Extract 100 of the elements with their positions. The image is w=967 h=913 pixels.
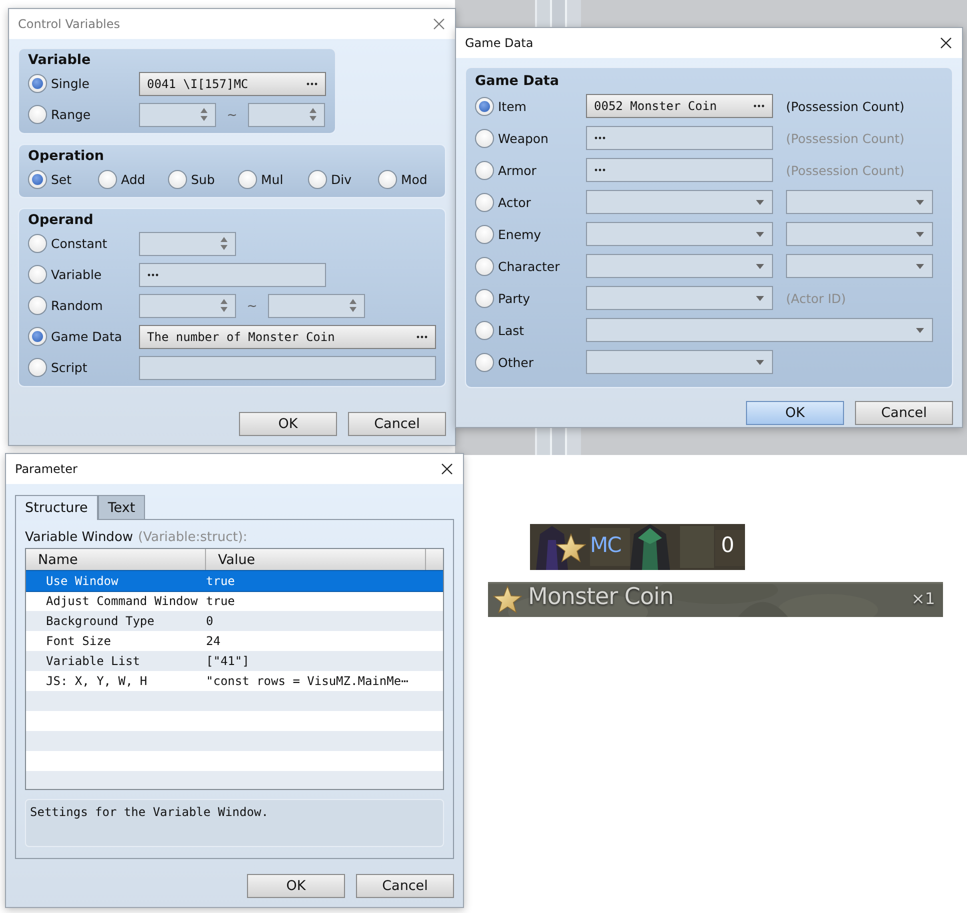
table-row[interactable]: Font Size 24 <box>26 631 443 651</box>
dropdown-arrow-icon[interactable] <box>755 262 765 270</box>
radio-label: Random <box>51 298 103 313</box>
script-field[interactable] <box>139 356 436 380</box>
radio-button[interactable] <box>475 288 494 308</box>
spin-arrows-icon[interactable] <box>309 107 317 122</box>
dialog-button[interactable]: OK <box>239 412 337 436</box>
radio-button[interactable] <box>238 170 257 188</box>
spin-field[interactable] <box>139 232 236 256</box>
dropdown-arrow-icon[interactable] <box>755 198 765 206</box>
ellipsis-icon <box>416 334 428 338</box>
table-row[interactable]: Use Window true <box>26 571 443 591</box>
field-note: (Actor ID) <box>786 290 846 306</box>
radio-button[interactable] <box>475 224 494 244</box>
dropdown-field[interactable] <box>586 222 773 246</box>
radio-label: Variable <box>51 267 102 282</box>
dialog-button[interactable]: OK <box>746 401 844 425</box>
dropdown-arrow-icon[interactable] <box>915 262 925 270</box>
radio-label: Div <box>331 172 352 186</box>
dropdown-field[interactable] <box>786 190 933 214</box>
picker-field[interactable]: The number of Monster Coin <box>139 324 436 348</box>
picker-field[interactable]: 0041 \I[157]MC <box>139 72 326 96</box>
table-row[interactable]: Background Type 0 <box>26 611 443 631</box>
radio-button[interactable] <box>28 234 47 253</box>
dropdown-field[interactable] <box>586 286 773 310</box>
radio-button[interactable] <box>378 170 397 188</box>
spin-field[interactable] <box>139 102 216 126</box>
picker-field[interactable]: 0052 Monster Coin <box>586 94 773 118</box>
radio-button[interactable] <box>98 170 117 188</box>
radio-label: Mod <box>401 172 428 186</box>
radio-label: Set <box>51 172 72 186</box>
type-hint: (Variable:struct): <box>138 530 248 545</box>
radio-button[interactable] <box>475 320 494 340</box>
dropdown-field[interactable] <box>786 222 933 246</box>
spin-arrows-icon[interactable] <box>220 298 228 313</box>
radio-button[interactable] <box>475 96 494 116</box>
dialog-button[interactable]: Cancel <box>356 874 454 898</box>
radio-button[interactable] <box>308 170 327 188</box>
table-row[interactable]: Variable List ["41"] <box>26 651 443 671</box>
spin-field[interactable] <box>139 294 236 318</box>
dialog-button[interactable]: OK <box>247 874 345 898</box>
table-row[interactable]: Adjust Command Window true <box>26 591 443 611</box>
radio-button[interactable] <box>28 170 47 188</box>
table-cell-text: JS: X, Y, W, H <box>45 674 148 688</box>
dropdown-field[interactable] <box>786 254 933 278</box>
close-icon[interactable] <box>940 37 952 49</box>
group-heading: Operand <box>28 212 94 228</box>
table-cell-text: 0 <box>206 614 214 628</box>
dropdown-field[interactable] <box>586 318 933 342</box>
radio-button[interactable] <box>28 358 47 377</box>
picker-field[interactable] <box>586 158 773 182</box>
radio-label: Party <box>498 290 530 306</box>
radio-button[interactable] <box>28 327 47 346</box>
dialog-button[interactable]: Cancel <box>348 412 446 436</box>
dropdown-arrow-icon[interactable] <box>915 230 925 238</box>
tab[interactable]: Text <box>98 495 146 519</box>
radio-button[interactable] <box>475 352 494 372</box>
ellipsis-icon <box>594 136 606 140</box>
close-icon[interactable] <box>441 463 453 475</box>
radio-button[interactable] <box>28 296 47 315</box>
spin-field[interactable] <box>268 294 365 318</box>
radio-label: Enemy <box>498 226 542 242</box>
radio-button[interactable] <box>475 128 494 148</box>
dropdown-arrow-icon[interactable] <box>755 294 765 302</box>
radio-button[interactable] <box>28 74 47 93</box>
dialog-button[interactable]: Cancel <box>855 401 953 425</box>
range-separator: ~ <box>246 298 258 313</box>
tab[interactable]: Structure <box>15 495 98 520</box>
table-cell-text: true <box>206 574 236 588</box>
description-text: Settings for the Variable Window. <box>25 799 444 847</box>
radio-button[interactable] <box>475 256 494 276</box>
table-row[interactable]: JS: X, Y, W, H "const rows = VisuMZ.MainMe⋯ <box>26 671 443 691</box>
spin-arrows-icon[interactable] <box>349 298 357 313</box>
spin-field[interactable] <box>248 102 325 126</box>
table-cell-text: Font Size <box>45 634 112 648</box>
radio-button[interactable] <box>28 265 47 284</box>
field-note: (Possession Count) <box>786 98 904 114</box>
dropdown-field[interactable] <box>586 254 773 278</box>
radio-button[interactable] <box>475 160 494 180</box>
dropdown-field[interactable] <box>586 190 773 214</box>
dropdown-arrow-icon[interactable] <box>755 358 765 366</box>
group-heading: Variable <box>28 52 92 68</box>
dropdown-arrow-icon[interactable] <box>755 230 765 238</box>
picker-field[interactable] <box>586 126 773 150</box>
radio-label: Item <box>498 98 526 114</box>
radio-label: Actor <box>498 194 531 210</box>
ellipsis-icon <box>306 82 318 86</box>
picker-field[interactable] <box>139 262 326 286</box>
dropdown-arrow-icon[interactable] <box>915 198 925 206</box>
spin-arrows-icon[interactable] <box>200 107 208 122</box>
spin-arrows-icon[interactable] <box>220 236 228 251</box>
range-separator: ~ <box>226 107 238 122</box>
radio-button[interactable] <box>28 105 47 124</box>
table-cell-text: Adjust Command Window <box>45 594 199 608</box>
radio-button[interactable] <box>475 192 494 212</box>
table-cell-text: 24 <box>206 634 222 648</box>
radio-button[interactable] <box>168 170 187 188</box>
dropdown-arrow-icon[interactable] <box>915 326 925 334</box>
radio-label: Add <box>121 172 146 186</box>
dropdown-field[interactable] <box>586 350 773 374</box>
